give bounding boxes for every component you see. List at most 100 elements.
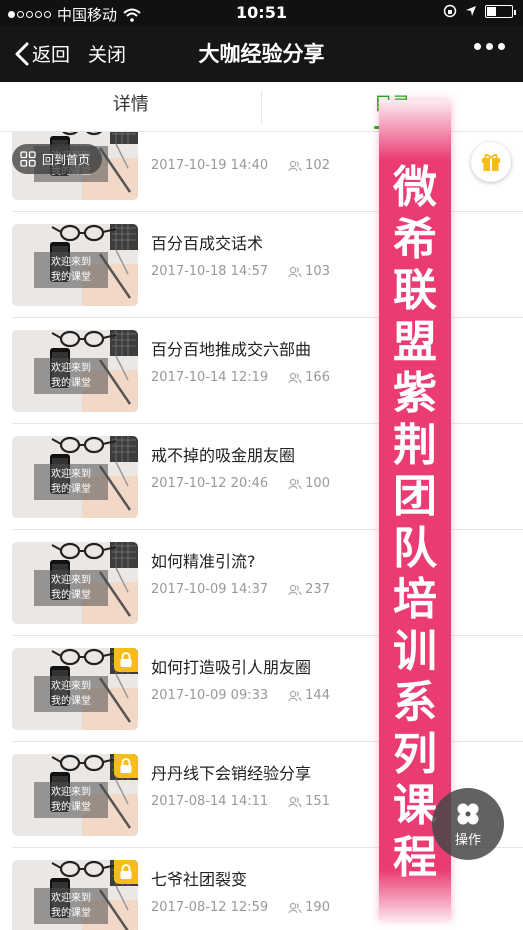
- course-meta: 2017-10-09 09:33 144: [151, 688, 330, 703]
- more-dot-icon: [474, 43, 481, 50]
- thumbnail-caption: 欢迎来到 我的课堂: [34, 676, 108, 712]
- more-menu-button[interactable]: [474, 43, 505, 50]
- chevron-left-icon: [15, 42, 29, 65]
- course-title: 如何打造吸引人朋友圈: [151, 658, 312, 677]
- course-views: 102: [288, 158, 330, 173]
- banner-text: 微希联盟紫荆团队培训系列课程: [393, 162, 437, 883]
- caption-line-1: 欢迎来到: [51, 681, 91, 692]
- course-meta: 2017-10-14 12:19 166: [151, 370, 330, 385]
- grid-icon: [20, 151, 36, 167]
- course-date: 2017-10-09 09:33: [151, 688, 269, 703]
- gift-icon: [482, 154, 500, 171]
- course-thumbnail: 欢迎来到 我的课堂: [12, 860, 138, 930]
- caption-line-2: 我的课堂: [51, 272, 91, 283]
- course-thumbnail: 欢迎来到 我的课堂: [12, 330, 138, 412]
- battery-icon: [485, 4, 516, 18]
- page-title: 大咖经验分享: [198, 42, 325, 66]
- caption-line-2: 我的课堂: [51, 484, 91, 495]
- views-count: 190: [305, 900, 330, 915]
- course-meta: 2017-10-12 20:46 100: [151, 476, 330, 491]
- app-root: 中国移动 10:51 返回 关闭 大咖经验分享 详情 2017-10-19 14…: [0, 0, 523, 930]
- caption-line-1: 欢迎来到: [51, 787, 91, 798]
- views-icon: [288, 796, 302, 807]
- course-views: 100: [288, 476, 330, 491]
- caption-line-2: 我的课堂: [51, 696, 91, 707]
- course-title: 七爷社团裂变: [151, 870, 248, 889]
- home-button[interactable]: 回到首页: [12, 144, 103, 174]
- course-views: 151: [288, 794, 330, 809]
- location-icon: [466, 6, 476, 16]
- course-thumbnail: 欢迎来到 我的课堂: [12, 648, 138, 730]
- course-date: 2017-08-12 12:59: [151, 900, 269, 915]
- back-button[interactable]: 返回: [14, 40, 70, 67]
- course-views: 103: [288, 264, 330, 279]
- course-title: 百分百地推成交六部曲: [151, 340, 312, 359]
- views-count: 151: [305, 794, 330, 809]
- lock-icon: [120, 864, 132, 879]
- course-thumbnail: 欢迎来到 我的课堂: [12, 224, 138, 306]
- course-title: 如何精准引流?: [151, 552, 256, 571]
- status-bar: 中国移动 10:51: [0, 0, 523, 26]
- caption-line-1: 欢迎来到: [51, 363, 91, 374]
- views-icon: [288, 478, 302, 489]
- caption-line-1: 欢迎来到: [51, 575, 91, 586]
- course-date: 2017-08-14 14:11: [151, 794, 269, 809]
- course-thumbnail: 欢迎来到 我的课堂: [12, 436, 138, 518]
- orientation-lock-icon: [443, 4, 457, 18]
- back-label: 返回: [32, 44, 71, 66]
- thumbnail-caption: 欢迎来到 我的课堂: [34, 782, 108, 818]
- views-icon: [288, 902, 302, 913]
- caption-line-1: 欢迎来到: [51, 893, 91, 904]
- tab-divider: [261, 90, 262, 124]
- views-icon: [288, 160, 302, 171]
- views-count: 103: [305, 264, 330, 279]
- views-icon: [288, 584, 302, 595]
- course-thumbnail: 欢迎来到 我的课堂: [12, 542, 138, 624]
- nav-bar: 返回 关闭 大咖经验分享: [0, 26, 523, 82]
- course-date: 2017-10-14 12:19: [151, 370, 269, 385]
- home-button-label: 回到首页: [42, 152, 91, 167]
- course-meta: 2017-08-14 14:11 151: [151, 794, 330, 809]
- caption-line-2: 我的课堂: [51, 908, 91, 919]
- status-right: [443, 4, 516, 18]
- clover-icon: [457, 803, 479, 824]
- caption-line-2: 我的课堂: [51, 590, 91, 601]
- thumbnail-caption: 欢迎来到 我的课堂: [34, 358, 108, 394]
- course-meta: 2017-08-12 12:59 190: [151, 900, 330, 915]
- operations-button[interactable]: 操作: [432, 788, 504, 860]
- caption-line-1: 欢迎来到: [51, 257, 91, 268]
- lock-icon: [120, 652, 132, 667]
- tab-details[interactable]: 详情: [0, 82, 262, 131]
- course-thumbnail: 欢迎来到 我的课堂: [12, 754, 138, 836]
- battery-fill: [487, 6, 497, 16]
- course-title: 丹丹线下会销经验分享: [151, 764, 312, 783]
- course-views: 144: [288, 688, 330, 703]
- lock-icon: [120, 758, 132, 773]
- course-views: 237: [288, 582, 330, 597]
- course-title: 百分百成交话术: [151, 234, 264, 253]
- views-count: 100: [305, 476, 330, 491]
- course-date: 2017-10-12 20:46: [151, 476, 269, 491]
- caption-line-2: 我的课堂: [51, 802, 91, 813]
- gift-button[interactable]: [471, 142, 511, 182]
- course-views: 190: [288, 900, 330, 915]
- views-icon: [288, 690, 302, 701]
- thumbnail-caption: 欢迎来到 我的课堂: [34, 464, 108, 500]
- lock-badge: [114, 648, 138, 672]
- course-views: 166: [288, 370, 330, 385]
- course-date: 2017-10-09 14:37: [151, 582, 269, 597]
- course-meta: 2017-10-19 14:40 102: [151, 158, 330, 173]
- more-dot-icon: [486, 43, 493, 50]
- thumbnail-caption: 欢迎来到 我的课堂: [34, 252, 108, 288]
- caption-line-1: 欢迎来到: [51, 469, 91, 480]
- banner-fade-top: [379, 100, 451, 160]
- close-button[interactable]: 关闭: [88, 40, 126, 67]
- caption-line-2: 我的课堂: [51, 378, 91, 389]
- banner-fade-bottom: [379, 870, 451, 920]
- more-dot-icon: [498, 43, 505, 50]
- lock-badge: [114, 754, 138, 778]
- views-count: 237: [305, 582, 330, 597]
- views-count: 102: [305, 158, 330, 173]
- course-meta: 2017-10-18 14:57 103: [151, 264, 330, 279]
- views-icon: [288, 266, 302, 277]
